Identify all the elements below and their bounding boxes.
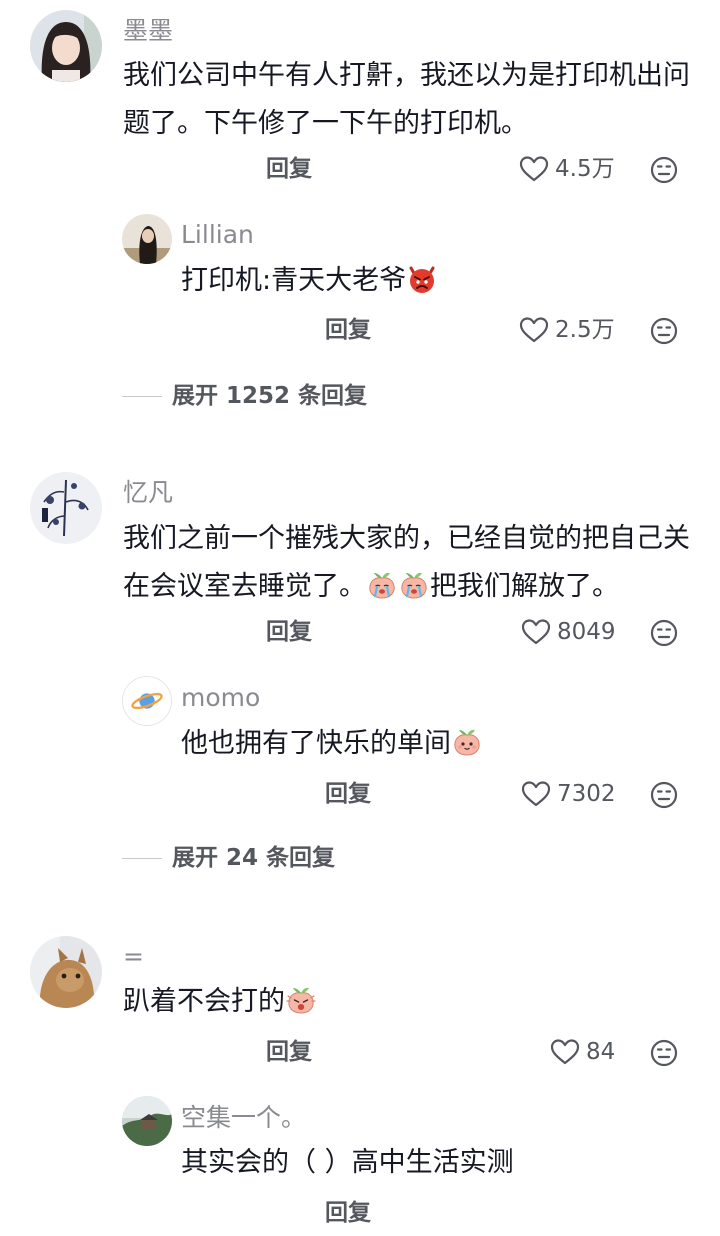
- avatar[interactable]: [30, 10, 102, 82]
- expand-replies-label: 展开 1252 条回复: [172, 383, 368, 409]
- expand-replies-button[interactable]: 展开 24 条回复: [122, 843, 335, 873]
- crying-peach-emoji: [398, 569, 430, 601]
- reply-text: 他也拥有了快乐的单间: [181, 720, 681, 768]
- comment-text: 我们之前一个摧残大家的，已经自觉的把自己关在会议室去睡觉了。 把我们解放了。: [123, 515, 693, 611]
- avatar[interactable]: [122, 1096, 172, 1146]
- reply-button[interactable]: 回复: [325, 315, 371, 345]
- reply-button[interactable]: 回复: [325, 779, 371, 809]
- dislike-icon[interactable]: [650, 317, 678, 345]
- heart-icon: [519, 155, 549, 183]
- expand-replies-label: 展开 24 条回复: [172, 845, 336, 871]
- username[interactable]: =: [123, 942, 144, 972]
- avatar[interactable]: [122, 214, 172, 264]
- heart-icon: [550, 1038, 580, 1066]
- username[interactable]: momo: [181, 683, 260, 713]
- comment-text: 我们公司中午有人打鼾，我还以为是打印机出问题了。下午修了一下午的打印机。: [123, 60, 690, 139]
- dislike-icon[interactable]: [650, 156, 678, 184]
- reply-text: 打印机:青天大老爷: [181, 257, 681, 305]
- avatar[interactable]: [30, 936, 102, 1008]
- shouting-peach-emoji: [285, 984, 317, 1016]
- username[interactable]: 墨墨: [123, 16, 173, 46]
- comment-text-content: 趴着不会打的: [123, 986, 285, 1017]
- avatar[interactable]: [122, 676, 172, 726]
- like-button[interactable]: 4.5万: [519, 154, 615, 184]
- like-count: 84: [586, 1039, 616, 1065]
- heart-icon: [519, 316, 549, 344]
- comment-text: 趴着不会打的: [123, 978, 693, 1026]
- reply-button[interactable]: 回复: [325, 1198, 371, 1228]
- comment-text-part2: 把我们解放了。: [430, 571, 619, 602]
- like-count: 8049: [557, 619, 616, 645]
- divider-line: [122, 395, 162, 397]
- username[interactable]: 空集一个。: [181, 1103, 306, 1133]
- username[interactable]: Lillian: [181, 220, 254, 250]
- username[interactable]: 忆凡: [123, 478, 173, 508]
- crying-peach-emoji: [366, 569, 398, 601]
- expand-replies-button[interactable]: 展开 1252 条回复: [122, 381, 367, 411]
- avatar[interactable]: [30, 472, 102, 544]
- like-button[interactable]: 8049: [521, 617, 616, 647]
- divider-line: [122, 857, 162, 859]
- dislike-icon[interactable]: [650, 781, 678, 809]
- reply-button[interactable]: 回复: [266, 154, 312, 184]
- reply-button[interactable]: 回复: [266, 617, 312, 647]
- reply-button[interactable]: 回复: [266, 1037, 312, 1067]
- like-count: 4.5万: [555, 156, 615, 182]
- reply-text-content: 打印机:青天大老爷: [181, 265, 407, 296]
- reply-text: 其实会的（ ）高中生活实测: [181, 1147, 514, 1178]
- angry-devil-emoji: [406, 263, 438, 295]
- heart-icon: [521, 618, 551, 646]
- peach-emoji: [451, 726, 483, 758]
- like-button[interactable]: 84: [550, 1037, 615, 1067]
- like-count: 2.5万: [555, 317, 615, 343]
- like-count: 7302: [557, 781, 616, 807]
- reply-text-content: 他也拥有了快乐的单间: [181, 728, 451, 759]
- dislike-icon[interactable]: [650, 619, 678, 647]
- dislike-icon[interactable]: [650, 1039, 678, 1067]
- like-button[interactable]: 7302: [521, 779, 616, 809]
- heart-icon: [521, 780, 551, 808]
- like-button[interactable]: 2.5万: [519, 315, 615, 345]
